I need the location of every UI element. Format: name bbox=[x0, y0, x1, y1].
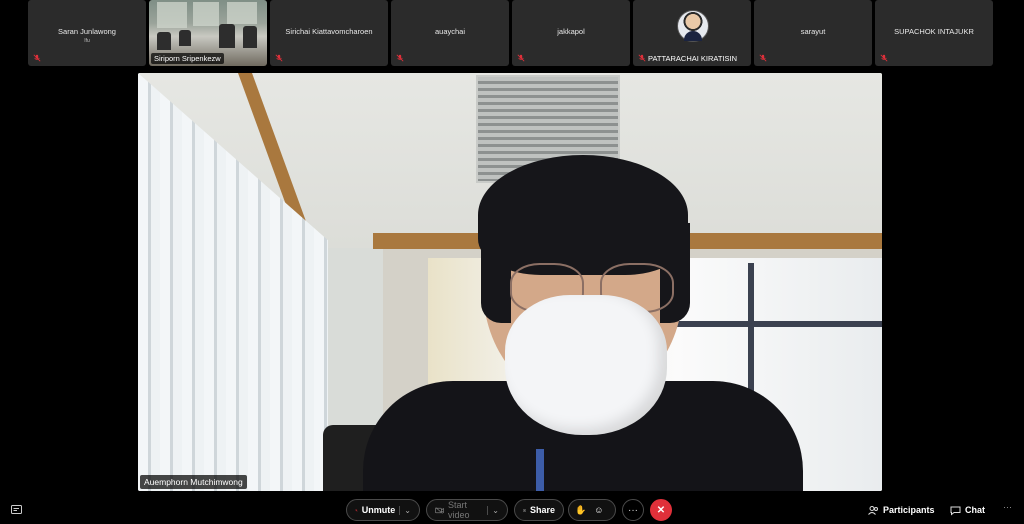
participant-tile[interactable]: sarayut bbox=[754, 0, 872, 66]
participant-tile-video[interactable]: Siriporn Sripenkezw bbox=[149, 0, 267, 66]
overflow-icon[interactable]: ··· bbox=[1003, 502, 1012, 512]
share-label: Share bbox=[529, 505, 555, 515]
participant-tile-avatar[interactable]: PATTARACHAI KIRATISIN bbox=[633, 0, 751, 66]
participant-name: Siriporn Sripenkezw bbox=[151, 53, 224, 64]
participant-tile[interactable]: SUPACHOK INTAJUKR bbox=[875, 0, 993, 66]
unmute-button[interactable]: Unmute ⌄ bbox=[346, 499, 420, 521]
people-icon bbox=[868, 505, 878, 515]
reactions-group: ✋ ☺ bbox=[568, 499, 616, 521]
more-icon: ··· bbox=[628, 504, 638, 516]
end-call-button[interactable]: ✕ bbox=[650, 499, 672, 521]
face-mask bbox=[505, 295, 667, 435]
speaker-name: Auemphorn Mutchimwong bbox=[140, 475, 247, 489]
chat-button[interactable]: Chat bbox=[950, 501, 985, 519]
chevron-down-icon[interactable]: ⌄ bbox=[487, 505, 499, 515]
participant-name: Saran Junlawong bbox=[58, 27, 116, 36]
mic-muted-icon bbox=[33, 54, 41, 62]
participant-name: sarayut bbox=[800, 27, 826, 36]
participant-strip: Saran Junlawong Ifu Siriporn Sripenkezw … bbox=[0, 0, 1024, 66]
meeting-toolbar: Unmute ⌄ Start video ⌄ Share ✋ ☺ ··· ✕ P… bbox=[0, 496, 1024, 524]
mic-muted-icon bbox=[759, 54, 767, 62]
captions-icon[interactable] bbox=[11, 505, 22, 515]
chevron-down-icon[interactable]: ⌄ bbox=[399, 505, 411, 515]
mic-muted-icon bbox=[355, 508, 358, 512]
start-video-button[interactable]: Start video ⌄ bbox=[426, 499, 508, 521]
more-options-button[interactable]: ··· bbox=[622, 499, 644, 521]
mic-muted-icon bbox=[638, 54, 646, 62]
participant-name: Sirichai Kiattavomcharoen bbox=[285, 27, 373, 36]
participant-name: SUPACHOK INTAJUKR bbox=[894, 27, 974, 36]
mic-muted-icon bbox=[880, 54, 888, 62]
avatar bbox=[677, 10, 709, 42]
emoji-icon[interactable]: ☺ bbox=[594, 505, 603, 515]
participant-tile[interactable]: jakkapol bbox=[512, 0, 630, 66]
raise-hand-icon[interactable]: ✋ bbox=[575, 505, 586, 516]
share-icon bbox=[523, 508, 526, 512]
share-button[interactable]: Share bbox=[514, 499, 564, 521]
participant-name: jakkapol bbox=[557, 27, 585, 36]
close-icon: ✕ bbox=[656, 504, 666, 516]
participant-name: auaychai bbox=[434, 27, 466, 36]
participant-tile[interactable]: Sirichai Kiattavomcharoen bbox=[270, 0, 388, 66]
mic-muted-icon bbox=[517, 54, 525, 62]
participant-tile[interactable]: Saran Junlawong Ifu bbox=[28, 0, 146, 66]
chat-icon bbox=[950, 506, 961, 516]
participant-tile[interactable]: auaychai bbox=[391, 0, 509, 66]
participant-name: PATTARACHAI KIRATISIN bbox=[648, 54, 738, 63]
participants-label: Participants bbox=[883, 505, 935, 515]
mic-muted-icon bbox=[275, 54, 283, 62]
participant-subtitle: Ifu bbox=[84, 38, 90, 44]
start-video-label: Start video bbox=[448, 500, 470, 520]
participants-button[interactable]: Participants bbox=[868, 501, 935, 519]
video-off-icon bbox=[435, 506, 445, 514]
mic-muted-icon bbox=[396, 54, 404, 62]
main-speaker-video[interactable]: Auemphorn Mutchimwong bbox=[138, 73, 882, 491]
chat-label: Chat bbox=[965, 505, 985, 515]
unmute-label: Unmute bbox=[361, 505, 396, 515]
